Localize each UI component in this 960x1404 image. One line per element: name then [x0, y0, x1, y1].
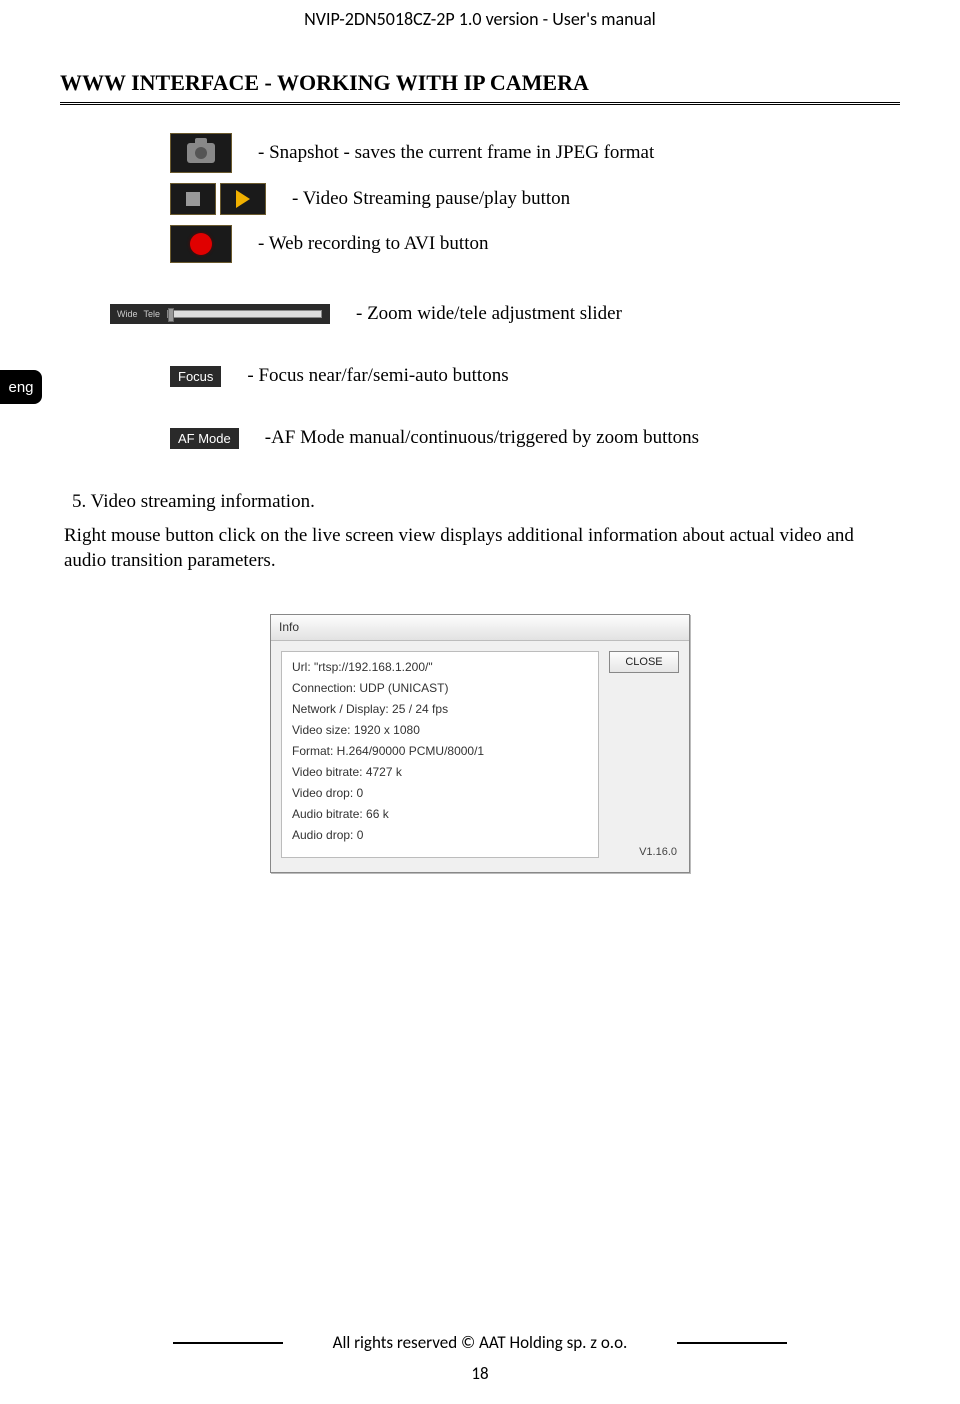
play-icon: [220, 183, 266, 215]
afmode-desc: -AF Mode manual/continuous/triggered by …: [265, 427, 699, 449]
pauseplay-desc: - Video Streaming pause/play button: [292, 188, 570, 210]
zoom-track[interactable]: [167, 310, 322, 318]
zoom-desc: - Zoom wide/tele adjustment slider: [356, 303, 622, 325]
focus-label-icon: Focus: [170, 366, 221, 387]
info-adrop: Audio drop: 0: [292, 828, 588, 842]
close-button[interactable]: CLOSE: [609, 651, 679, 673]
doc-header-title: NVIP-2DN5018CZ-2P 1.0 version - User's m…: [60, 8, 900, 30]
record-icon: [170, 225, 232, 263]
section-divider: [60, 102, 900, 105]
info-url: Url: "rtsp://192.168.1.200/": [292, 660, 588, 674]
version-text: V1.16.0: [609, 846, 679, 858]
footer-rule-left: [173, 1342, 283, 1344]
stop-icon: [170, 183, 216, 215]
afmode-label-icon: AF Mode: [170, 428, 239, 449]
info-vdrop: Video drop: 0: [292, 786, 588, 800]
snapshot-icon: [170, 133, 232, 173]
footer-rule-right: [677, 1342, 787, 1344]
info-videosize: Video size: 1920 x 1080: [292, 723, 588, 737]
info-panel: Url: "rtsp://192.168.1.200/" Connection:…: [281, 651, 599, 858]
info-format: Format: H.264/90000 PCMU/8000/1: [292, 744, 588, 758]
language-tab: eng: [0, 370, 42, 404]
snapshot-desc: - Snapshot - saves the current frame in …: [258, 142, 654, 164]
item5-title: 5. Video streaming information.: [72, 489, 900, 515]
zoom-thumb[interactable]: [168, 308, 174, 322]
info-connection: Connection: UDP (UNICAST): [292, 681, 588, 695]
zoom-wide-label: Wide: [114, 309, 141, 319]
section-title: WWW INTERFACE - WORKING WITH IP CAMERA: [60, 70, 900, 96]
record-desc: - Web recording to AVI button: [258, 233, 489, 255]
focus-desc: - Focus near/far/semi-auto buttons: [247, 365, 508, 387]
info-netdisp: Network / Display: 25 / 24 fps: [292, 702, 588, 716]
item5-text: Right mouse button click on the live scr…: [64, 523, 900, 574]
zoom-tele-label: Tele: [141, 309, 164, 319]
zoom-slider[interactable]: Wide Tele: [110, 304, 330, 324]
page-number: 18: [0, 1363, 960, 1384]
info-vbitrate: Video bitrate: 4727 k: [292, 765, 588, 779]
info-dialog: Info Url: "rtsp://192.168.1.200/" Connec…: [270, 614, 690, 873]
info-abitrate: Audio bitrate: 66 k: [292, 807, 588, 821]
footer-rights: All rights reserved © AAT Holding sp. z …: [283, 1332, 678, 1353]
info-titlebar: Info: [271, 615, 689, 641]
